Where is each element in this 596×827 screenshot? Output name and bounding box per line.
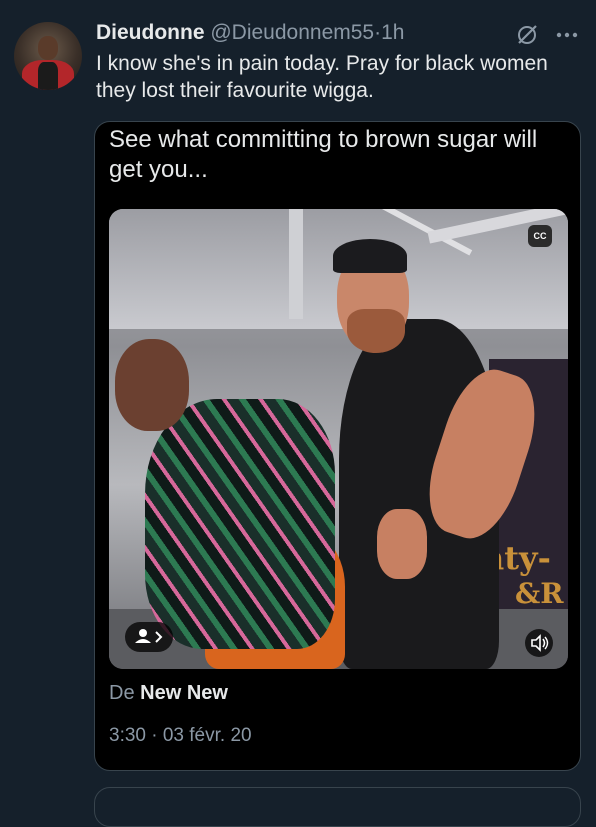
quote-text: See what committing to brown sugar will …	[109, 126, 538, 183]
quote-timestamp: 3:30 · 03 févr. 20	[109, 725, 252, 746]
video-woman-body	[145, 399, 335, 649]
cc-icon[interactable]: CC	[528, 225, 552, 247]
tweet-header: Dieudonne @Dieudonnem55·1h	[96, 20, 404, 46]
source-name[interactable]: New New	[140, 682, 228, 704]
avatar-face	[38, 36, 58, 60]
avatar[interactable]	[14, 22, 82, 90]
video-woman-head	[115, 339, 189, 431]
tweet-time[interactable]: 1h	[381, 21, 404, 44]
video-man-beard	[347, 309, 405, 353]
video-man-cap	[333, 239, 407, 273]
volume-icon[interactable]	[525, 629, 553, 657]
more-icon[interactable]	[554, 22, 580, 48]
video-man-hand	[377, 509, 427, 579]
grok-icon[interactable]	[514, 22, 540, 48]
next-card	[94, 787, 581, 827]
avatar-shirt-inner	[38, 62, 58, 90]
chevron-right-icon	[155, 631, 163, 643]
video-player[interactable]: hty- &R CC	[109, 209, 568, 669]
tagged-profile-button[interactable]	[125, 622, 173, 652]
author-handle[interactable]: @Dieudonnem55	[210, 21, 374, 44]
source-prefix: De	[109, 682, 135, 704]
profile-icon	[135, 629, 163, 643]
video-source: De New New	[109, 682, 228, 705]
tweet-text: I know she's in pain today. Pray for bla…	[96, 52, 548, 102]
author-name[interactable]: Dieudonne	[96, 21, 205, 44]
quoted-tweet[interactable]: See what committing to brown sugar will …	[94, 121, 581, 771]
video-beam	[289, 209, 303, 319]
